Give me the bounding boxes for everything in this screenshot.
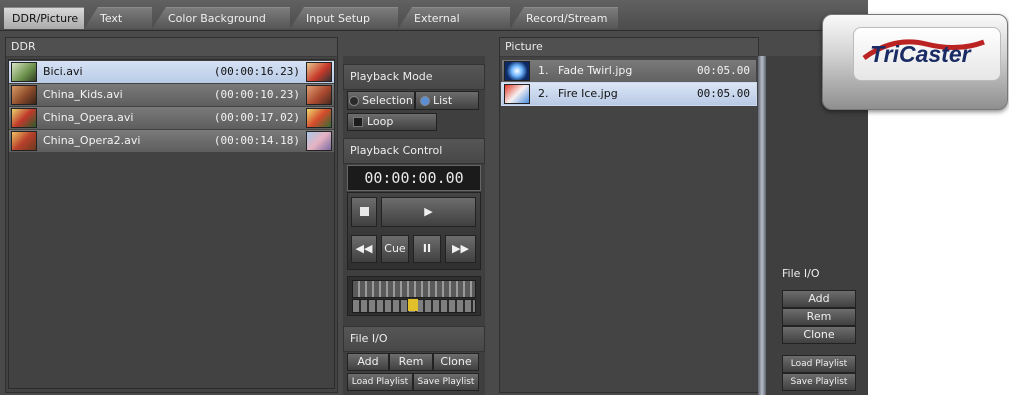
radio-icon	[349, 96, 360, 106]
clip-duration: (00:00:10.23)	[213, 88, 300, 101]
selection-label: Selection	[362, 94, 413, 107]
fast-forward-icon: ▶▶	[452, 242, 469, 255]
picture-number: 2.	[538, 87, 549, 100]
rewind-icon: ◀◀	[355, 242, 373, 255]
cue-button[interactable]: Cue	[381, 235, 409, 263]
ddr-clone-button[interactable]: Clone	[433, 353, 479, 371]
tab-ddr-picture[interactable]: DDR/Picture	[4, 7, 84, 29]
picture-duration: 00:05.00	[697, 87, 750, 100]
ddr-playlist[interactable]: Bici.avi (00:00:16.23) China_Kids.avi (0…	[8, 59, 335, 389]
playback-mode-title: Playback Mode	[343, 64, 485, 90]
panel-divider[interactable]	[758, 56, 766, 395]
picture-save-playlist-button[interactable]: Save Playlist	[782, 373, 856, 391]
ddr-load-playlist-button[interactable]: Load Playlist	[347, 373, 413, 391]
clip-thumbnail	[306, 62, 332, 82]
jog-shuttle[interactable]	[347, 276, 481, 316]
list-label: List	[433, 94, 453, 107]
logo-text: TriCaster	[870, 41, 972, 67]
picture-file-io-title: File I/O	[782, 267, 820, 280]
playback-control-title: Playback Control	[343, 138, 485, 164]
timecode-display: 00:00:00.00	[347, 165, 481, 191]
fast-forward-button[interactable]: ▶▶	[445, 235, 476, 263]
tab-input-setup[interactable]: Input Setup	[290, 7, 398, 29]
play-icon: ▶	[424, 205, 433, 218]
stop-icon	[359, 207, 369, 216]
selection-radio[interactable]: Selection	[347, 91, 415, 110]
picture-clone-button[interactable]: Clone	[782, 326, 856, 344]
ddr-save-playlist-button[interactable]: Save Playlist	[413, 373, 479, 391]
picture-panel: Picture 1. Fade Twirl.jpg 00:05.00 2. Fi…	[499, 37, 759, 393]
list-radio[interactable]: List	[415, 91, 479, 110]
tab-bar: DDR/Picture Text Color Background Input …	[0, 0, 868, 31]
ddr-controls: Playback Mode Selection List Loop Playba…	[343, 56, 485, 395]
ddr-rem-button[interactable]: Rem	[389, 353, 433, 371]
picture-list-item[interactable]: 2. Fire Ice.jpg 00:05.00	[501, 82, 757, 106]
stop-button[interactable]	[351, 197, 377, 227]
pause-icon: II	[422, 242, 432, 255]
picture-list-item[interactable]: 1. Fade Twirl.jpg 00:05.00	[502, 60, 756, 82]
ddr-title: DDR	[6, 38, 337, 57]
clip-thumbnail	[11, 85, 37, 105]
clip-thumbnail	[11, 108, 37, 128]
logo-badge: TriCaster	[853, 27, 1001, 81]
picture-thumbnail	[504, 84, 530, 104]
clip-name: China_Opera2.avi	[43, 134, 141, 147]
ddr-panel: DDR Bici.avi (00:00:16.23) China_Kids.av…	[5, 37, 338, 393]
tab-text[interactable]: Text	[84, 7, 152, 29]
picture-playlist[interactable]: 1. Fade Twirl.jpg 00:05.00 2. Fire Ice.j…	[501, 59, 757, 391]
picture-load-playlist-button[interactable]: Load Playlist	[782, 355, 856, 373]
picture-title: Picture	[500, 38, 758, 57]
checkbox-icon	[353, 117, 363, 127]
shuttle-marker[interactable]	[408, 299, 418, 311]
clip-name: China_Kids.avi	[43, 88, 123, 101]
ddr-add-button[interactable]: Add	[347, 353, 389, 371]
jog-wheel[interactable]	[352, 280, 476, 298]
radio-selected-icon	[420, 96, 430, 106]
tricaster-logo: TriCaster	[822, 14, 1008, 110]
logo-emblem-icon: TriCaster	[862, 39, 985, 67]
playback-mode-group: Playback Mode Selection List Loop	[343, 64, 485, 138]
clip-duration: (00:00:16.23)	[213, 65, 300, 78]
clip-name: China_Opera.avi	[43, 111, 134, 124]
pause-button[interactable]: II	[413, 235, 441, 263]
picture-file-io-group: File I/O Add Rem Clone Load Playlist Sav…	[780, 262, 858, 395]
loop-checkbox[interactable]: Loop	[347, 113, 437, 131]
tab-record-stream[interactable]: Record/Stream	[510, 7, 618, 29]
tab-color-background[interactable]: Color Background	[152, 7, 290, 29]
picture-name: Fire Ice.jpg	[558, 87, 618, 100]
clip-duration: (00:00:17.02)	[213, 111, 300, 124]
ddr-list-item[interactable]: Bici.avi (00:00:16.23)	[9, 61, 334, 83]
clip-thumbnail	[306, 131, 332, 151]
play-button[interactable]: ▶	[381, 197, 476, 227]
ddr-file-io-title: File I/O	[343, 326, 485, 352]
picture-add-button[interactable]: Add	[782, 290, 856, 308]
tab-external[interactable]: External	[398, 7, 510, 29]
clip-name: Bici.avi	[43, 65, 83, 78]
clip-thumbnail	[11, 131, 37, 151]
rewind-button[interactable]: ◀◀	[351, 235, 377, 263]
picture-thumbnail	[504, 61, 530, 81]
clip-thumbnail	[306, 108, 332, 128]
ddr-file-io-group: File I/O Add Rem Clone Load Playlist Sav…	[343, 326, 485, 395]
clip-duration: (00:00:14.18)	[213, 134, 300, 147]
picture-duration: 00:05.00	[697, 64, 750, 77]
picture-rem-button[interactable]: Rem	[782, 308, 856, 326]
tricaster-window: DDR/Picture Text Color Background Input …	[0, 0, 868, 395]
ddr-list-item[interactable]: China_Opera.avi (00:00:17.02)	[9, 107, 334, 129]
transport-controls: ▶ ◀◀ Cue II ▶▶	[347, 192, 481, 270]
ddr-list-item[interactable]: China_Kids.avi (00:00:10.23)	[9, 84, 334, 106]
picture-number: 1.	[538, 64, 549, 77]
clip-thumbnail	[11, 62, 37, 82]
picture-name: Fade Twirl.jpg	[558, 64, 633, 77]
ddr-list-item[interactable]: China_Opera2.avi (00:00:14.18)	[9, 130, 334, 152]
loop-label: Loop	[367, 115, 394, 128]
clip-thumbnail	[306, 85, 332, 105]
